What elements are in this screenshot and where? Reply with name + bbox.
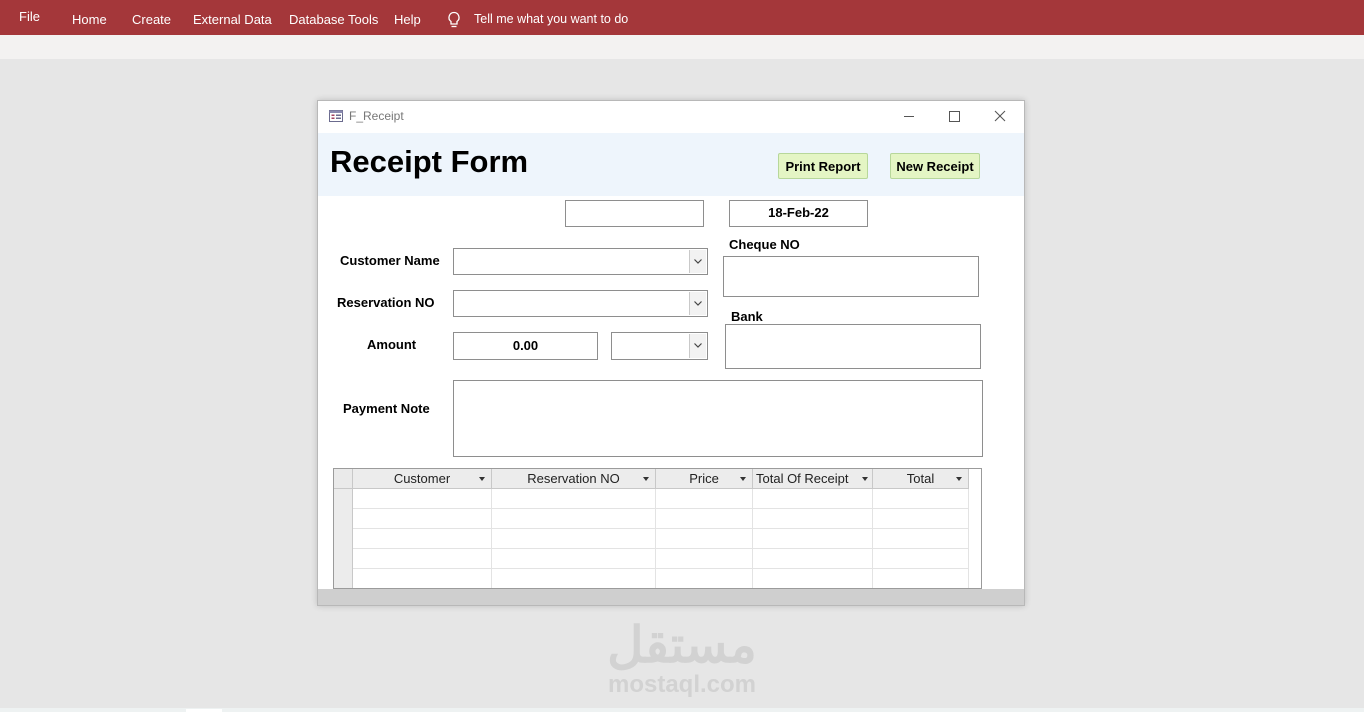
window-titlebar: F_Receipt <box>318 101 1024 133</box>
column-header-price[interactable]: Price <box>656 469 753 489</box>
amount-field[interactable]: 0.00 <box>453 332 598 360</box>
print-report-button[interactable]: Print Report <box>778 153 868 179</box>
lightbulb-icon[interactable] <box>446 11 462 29</box>
tab-database-tools[interactable]: Database Tools <box>289 0 378 35</box>
column-header-total-of-receipt[interactable]: Total Of Receipt <box>753 469 873 489</box>
ribbon-collapsed-strip <box>0 35 1364 59</box>
ribbon-bar: File Home Create External Data Database … <box>0 0 1364 35</box>
amount-label: Amount <box>367 337 417 352</box>
chevron-down-icon[interactable] <box>689 334 706 358</box>
date-field[interactable]: 18-Feb-22 <box>729 200 868 227</box>
tell-me-search[interactable]: Tell me what you want to do <box>474 0 628 39</box>
table-row[interactable] <box>353 549 969 569</box>
record-selector-column[interactable] <box>334 489 353 588</box>
column-divider <box>752 489 753 588</box>
close-icon[interactable] <box>989 105 1011 127</box>
sort-arrow-icon[interactable] <box>862 477 868 481</box>
payment-note-field[interactable] <box>453 380 983 457</box>
form-title: Receipt Form <box>330 144 529 179</box>
tab-file[interactable]: File <box>19 0 40 32</box>
cheque-no-field[interactable] <box>723 256 979 297</box>
minimize-icon[interactable] <box>898 105 920 127</box>
sort-arrow-icon[interactable] <box>643 477 649 481</box>
table-row[interactable] <box>353 489 969 509</box>
column-divider <box>655 489 656 588</box>
select-all-corner[interactable] <box>334 469 353 489</box>
column-header-reservation-no[interactable]: Reservation NO <box>492 469 656 489</box>
form-header: Receipt Form Print Report New Receipt <box>318 133 1024 196</box>
status-strip <box>0 708 1364 712</box>
watermark-arabic: مستقل <box>607 617 758 673</box>
form-window: F_Receipt Receipt Form Print Report New … <box>317 100 1025 606</box>
new-receipt-button[interactable]: New Receipt <box>890 153 980 179</box>
column-divider <box>491 489 492 588</box>
customer-name-combo[interactable] <box>453 248 708 275</box>
sort-arrow-icon[interactable] <box>740 477 746 481</box>
tab-external-data[interactable]: External Data <box>193 0 272 35</box>
chevron-down-icon[interactable] <box>689 292 706 315</box>
table-row[interactable] <box>353 529 969 549</box>
watermark-logo: مستقل mostaql.com <box>596 618 768 698</box>
column-divider <box>872 489 873 588</box>
window-title: F_Receipt <box>349 109 404 123</box>
column-divider <box>968 489 969 588</box>
watermark-latin: mostaql.com <box>607 671 757 698</box>
tab-home[interactable]: Home <box>72 0 107 35</box>
table-row[interactable] <box>353 509 969 529</box>
sort-arrow-icon[interactable] <box>479 477 485 481</box>
tab-create[interactable]: Create <box>132 0 171 35</box>
reservation-no-label: Reservation NO <box>337 295 435 310</box>
cheque-no-label: Cheque NO <box>729 237 800 252</box>
table-row[interactable] <box>353 569 969 588</box>
form-icon <box>329 110 343 122</box>
form-footer-bar <box>318 589 1024 605</box>
bank-field[interactable] <box>725 324 981 369</box>
chevron-down-icon[interactable] <box>689 250 706 273</box>
tab-help[interactable]: Help <box>394 0 421 35</box>
column-header-customer[interactable]: Customer <box>353 469 492 489</box>
sort-arrow-icon[interactable] <box>956 477 962 481</box>
receipt-number-field[interactable] <box>565 200 704 227</box>
customer-name-label: Customer Name <box>340 253 440 268</box>
payment-note-label: Payment Note <box>343 401 430 416</box>
bank-label: Bank <box>731 309 763 324</box>
currency-combo[interactable] <box>611 332 708 360</box>
maximize-icon[interactable] <box>943 105 965 127</box>
receipt-datasheet[interactable]: Customer Reservation NO Price Total Of R… <box>333 468 982 589</box>
reservation-no-combo[interactable] <box>453 290 708 317</box>
column-header-total[interactable]: Total <box>873 469 969 489</box>
